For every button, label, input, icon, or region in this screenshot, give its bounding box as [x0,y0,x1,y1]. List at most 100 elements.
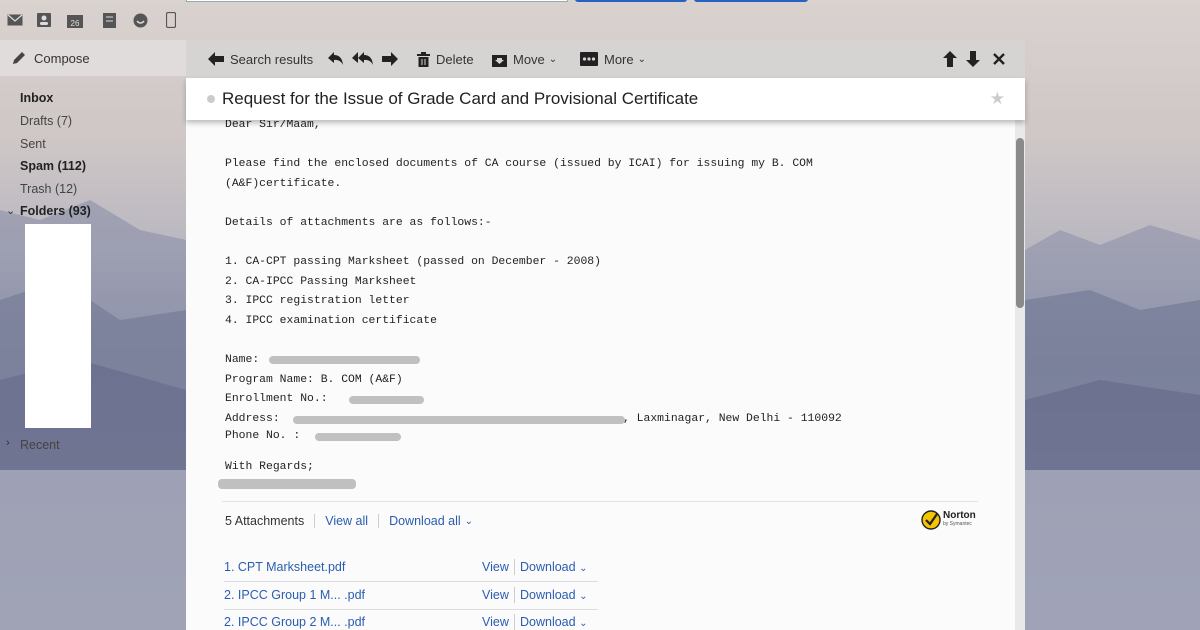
download-all-link[interactable]: Download all [389,514,461,528]
contacts-icon[interactable] [36,12,52,28]
body-line: With Regards; [225,461,314,473]
redacted-signature [218,479,356,489]
read-status-dot[interactable] [207,95,215,103]
scrollbar-thumb[interactable] [1016,138,1024,308]
view-all-link[interactable]: View all [325,514,368,528]
body-line: Program Name: B. COM (A&F) [225,374,403,386]
attachment-download-link[interactable]: Download ⌄ [520,560,587,574]
attachment-name[interactable]: 1. CPT Marksheet.pdf [224,560,345,574]
trash-icon [417,51,430,67]
download-label: Download [520,615,576,629]
address-label: Address: [225,413,280,425]
body-line: (A&F)certificate. [225,178,342,190]
divider [514,587,515,603]
chevron-down-icon: ⌄ [548,53,558,65]
enrollment-label: Enrollment No.: [225,393,328,405]
move-button[interactable]: Move ⌄ [492,40,557,78]
folders-list [25,224,91,428]
calendar-icon[interactable]: 26 [67,12,83,28]
attachment-view-link[interactable]: View [482,615,509,629]
vertical-scrollbar[interactable] [1015,120,1025,630]
body-line: Dear Sir/Maam, [225,119,321,131]
reply-button[interactable] [328,40,344,78]
compose-button[interactable]: Compose [0,40,186,76]
body-line: 2. CA-IPCC Passing Marksheet [225,276,417,288]
back-to-search-button[interactable]: Search results [208,40,313,78]
chevron-down-icon: ⌄ [637,53,647,65]
attachments-header: 5 Attachments View all Download all ⌄ [225,514,473,528]
attachment-view-link[interactable]: View [482,560,509,574]
phone-label: Phone No. : [225,430,301,442]
attachment-row: 2. IPCC Group 2 M... .pdf View Download … [224,609,598,630]
previous-message-button[interactable] [943,40,957,78]
message-header: Request for the Issue of Grade Card and … [186,78,1025,120]
redacted-text [293,416,625,424]
divider [514,614,515,630]
body-line: 3. IPCC registration letter [225,295,410,307]
chevron-down-icon: ⌄ [579,618,588,629]
body-line: Details of attachments are as follows:- [225,217,492,229]
notepad-icon[interactable] [101,12,117,28]
arrow-up-icon [943,51,957,67]
body-line: Please find the enclosed documents of CA… [225,158,813,170]
arrow-down-icon [966,51,980,67]
norton-logo: Norton by Symantec [943,511,976,529]
next-message-button[interactable] [966,40,980,78]
divider [378,514,380,528]
top-bar: 26 [0,0,1200,40]
redacted-text [269,356,420,364]
sidebar-item-sent[interactable]: Sent [20,137,46,151]
messenger-icon[interactable] [132,12,148,28]
sidebar-item-drafts[interactable]: Drafts (7) [20,114,72,128]
back-label: Search results [230,51,314,67]
reply-icon [328,52,343,65]
svg-text:26: 26 [71,19,80,28]
chevron-down-icon[interactable]: ⌄ [6,204,15,217]
attachment-row: 1. CPT Marksheet.pdf View Download ⌄ [224,554,598,582]
attachment-download-link[interactable]: Download ⌄ [520,588,587,602]
attachment-name[interactable]: 2. IPCC Group 1 M... .pdf [224,588,365,602]
sidebar-item-folders[interactable]: Folders (93) [20,204,91,218]
chevron-down-icon: ⌄ [579,591,588,602]
message-body: Dear Sir/Maam, Please find the enclosed … [186,119,1015,630]
delete-button[interactable]: Delete [417,40,474,78]
attachment-row: 2. IPCC Group 1 M... .pdf View Download … [224,582,598,610]
attachments-count: 5 Attachments [225,514,305,528]
search-input[interactable] [186,0,568,2]
move-folder-icon [492,54,507,67]
chevron-down-icon: ⌄ [579,563,588,574]
sidebar-item-inbox[interactable]: Inbox [20,91,53,105]
close-message-button[interactable] [993,40,1005,78]
divider [514,559,515,575]
reply-all-button[interactable] [352,40,374,78]
arrow-right-icon [382,52,398,66]
norton-check-icon [921,510,941,530]
forward-button[interactable] [382,40,398,78]
more-button[interactable]: More ⌄ [580,40,646,78]
compose-label: Compose [34,50,90,66]
chevron-down-icon[interactable]: ⌄ [465,516,473,527]
address-tail: , Laxminagar, New Delhi - 110092 [623,413,842,425]
attachment-download-link[interactable]: Download ⌄ [520,615,587,629]
attachment-name[interactable]: 2. IPCC Group 2 M... .pdf [224,615,365,629]
mobile-icon[interactable] [163,12,179,28]
close-icon [993,53,1005,65]
sidebar: Compose Inbox Drafts (7) Sent Spam (112)… [0,40,186,630]
redacted-text [349,396,424,404]
divider [222,501,978,502]
search-mail-button[interactable] [575,0,687,2]
sidebar-item-recent[interactable]: Recent [20,438,60,452]
mail-icon[interactable] [7,12,23,28]
star-icon[interactable]: ★ [990,89,1005,109]
delete-label: Delete [436,51,474,67]
search-web-button[interactable] [694,0,808,2]
attachment-view-link[interactable]: View [482,588,509,602]
divider [314,514,316,528]
chevron-right-icon[interactable]: › [6,437,10,449]
sidebar-item-spam[interactable]: Spam (112) [20,159,86,173]
message-toolbar: Search results Delete Move ⌄ More ⌄ [186,40,1025,78]
move-label: Move [513,51,545,67]
body-line: 1. CA-CPT passing Marksheet (passed on D… [225,256,601,268]
more-icon [580,52,598,66]
sidebar-item-trash[interactable]: Trash (12) [20,182,77,196]
